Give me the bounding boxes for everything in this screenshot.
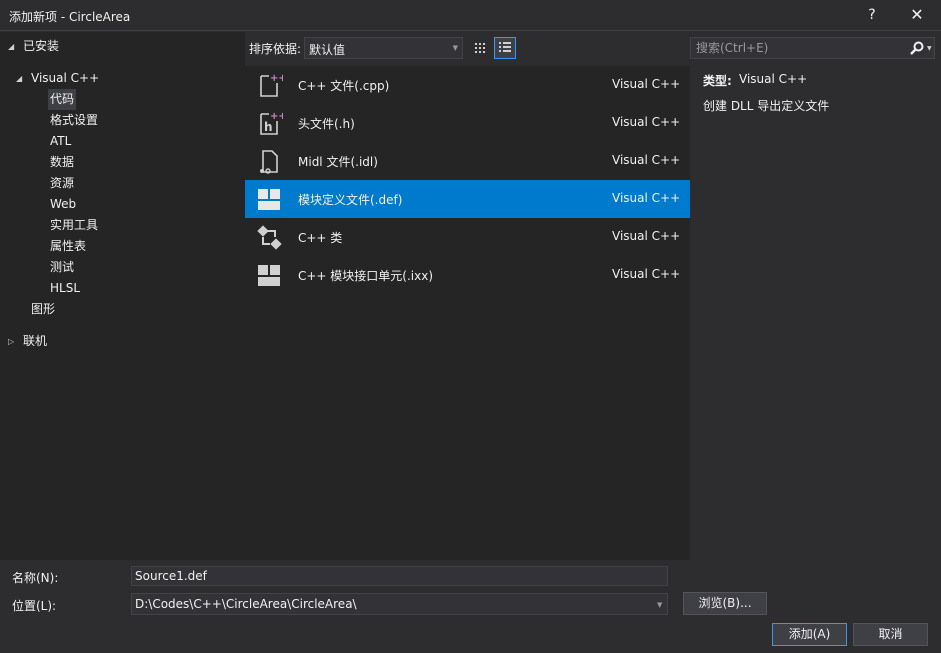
tree-item-code[interactable]: 代码 — [48, 89, 77, 110]
tree-item-label: 已安装 — [23, 39, 60, 53]
module-def-icon — [258, 189, 280, 210]
template-list: ++ C++ 文件(.cpp) Visual C++ ++ h 头文件(.h) … — [245, 66, 690, 560]
template-language: Visual C++ — [612, 77, 681, 91]
header-file-icon: ++ h — [260, 111, 283, 135]
template-description: 创建 DLL 导出定义文件 — [703, 99, 830, 113]
search-input[interactable] — [693, 39, 903, 57]
location-label: 位置(L): — [12, 599, 57, 613]
details-pane: 类型: Visual C++ 创建 DLL 导出定义文件 — [690, 66, 941, 560]
template-language: Visual C++ — [612, 229, 681, 243]
list-view-icon — [499, 42, 511, 52]
expanded-triangle-icon[interactable]: ◢ — [16, 68, 22, 89]
help-button[interactable]: ? — [860, 5, 884, 25]
category-tree: ◢ 已安装 ◢ Visual C++ 代码 格式设置 ATL 数据 资源 Web… — [0, 32, 245, 560]
template-item-cpp-class[interactable]: C++ 类 Visual C++ — [245, 218, 690, 256]
template-item-header-file[interactable]: ++ h 头文件(.h) Visual C++ — [245, 104, 690, 142]
type-label: 类型: — [703, 74, 732, 88]
template-name: C++ 类 — [298, 231, 343, 245]
template-name: Midl 文件(.idl) — [298, 155, 378, 169]
template-item-module-def[interactable]: 模块定义文件(.def) Visual C++ — [245, 180, 690, 218]
expanded-triangle-icon[interactable]: ◢ — [8, 36, 14, 57]
grid-view-button[interactable] — [469, 37, 491, 59]
idl-file-icon — [260, 150, 278, 174]
search-box: ▼ — [690, 37, 935, 59]
dropdown-arrow-icon: ▼ — [452, 44, 458, 52]
tree-item-resources[interactable]: 资源 — [50, 173, 74, 194]
template-item-idl-file[interactable]: Midl 文件(.idl) Visual C++ — [245, 142, 690, 180]
tree-item-hlsl[interactable]: HLSL — [50, 278, 80, 299]
location-dropdown-arrow-icon[interactable]: ▼ — [657, 601, 662, 609]
tree-item-data[interactable]: 数据 — [50, 152, 74, 173]
search-options-arrow-icon[interactable]: ▼ — [927, 45, 932, 52]
tree-item-label: Visual C++ — [31, 71, 100, 85]
sort-dropdown[interactable]: 默认值 ▼ — [304, 37, 463, 59]
tree-item-property-sheets[interactable]: 属性表 — [50, 236, 86, 257]
template-language: Visual C++ — [612, 153, 681, 167]
name-input[interactable] — [131, 566, 668, 586]
template-language: Visual C++ — [612, 267, 681, 281]
tree-item-formatting[interactable]: 格式设置 — [50, 110, 98, 131]
search-icon[interactable] — [909, 40, 925, 56]
cpp-file-icon: ++ — [260, 73, 283, 97]
template-item-cpp-file[interactable]: ++ C++ 文件(.cpp) Visual C++ — [245, 66, 690, 104]
template-name: 头文件(.h) — [298, 117, 355, 131]
template-name: C++ 文件(.cpp) — [298, 79, 390, 93]
add-button[interactable]: 添加(A) — [772, 623, 847, 646]
template-name: C++ 模块接口单元(.ixx) — [298, 269, 434, 283]
tree-item-atl[interactable]: ATL — [50, 131, 71, 152]
svg-text:h: h — [264, 120, 273, 134]
template-item-module-interface[interactable]: C++ 模块接口单元(.ixx) Visual C++ — [245, 256, 690, 294]
type-value: Visual C++ — [739, 72, 808, 86]
grid-view-icon — [475, 43, 485, 53]
sort-label: 排序依据: — [249, 42, 302, 56]
tree-item-test[interactable]: 测试 — [50, 257, 74, 278]
list-view-button[interactable] — [494, 37, 516, 59]
template-language: Visual C++ — [612, 115, 681, 129]
window-title: 添加新项 - CircleArea — [9, 10, 131, 24]
tree-item-label: 联机 — [23, 334, 48, 348]
tree-item-web[interactable]: Web — [50, 194, 76, 215]
browse-button[interactable]: 浏览(B)... — [683, 592, 767, 615]
tree-item-utility[interactable]: 实用工具 — [50, 215, 98, 236]
tree-item-graphics[interactable]: 图形 — [31, 299, 55, 320]
cancel-button[interactable]: 取消 — [853, 623, 928, 646]
close-button[interactable]: ✕ — [905, 5, 929, 25]
collapsed-triangle-icon[interactable]: ▷ — [8, 331, 14, 352]
sort-value: 默认值 — [309, 43, 346, 57]
template-language: Visual C++ — [612, 191, 681, 205]
svg-text:++: ++ — [270, 73, 283, 84]
title-bar: 添加新项 - CircleArea ? ✕ — [0, 0, 941, 31]
template-name: 模块定义文件(.def) — [298, 193, 403, 207]
module-interface-icon — [258, 265, 280, 286]
name-label: 名称(N): — [12, 571, 59, 585]
cpp-class-icon — [257, 225, 282, 250]
location-combo[interactable] — [131, 593, 668, 615]
